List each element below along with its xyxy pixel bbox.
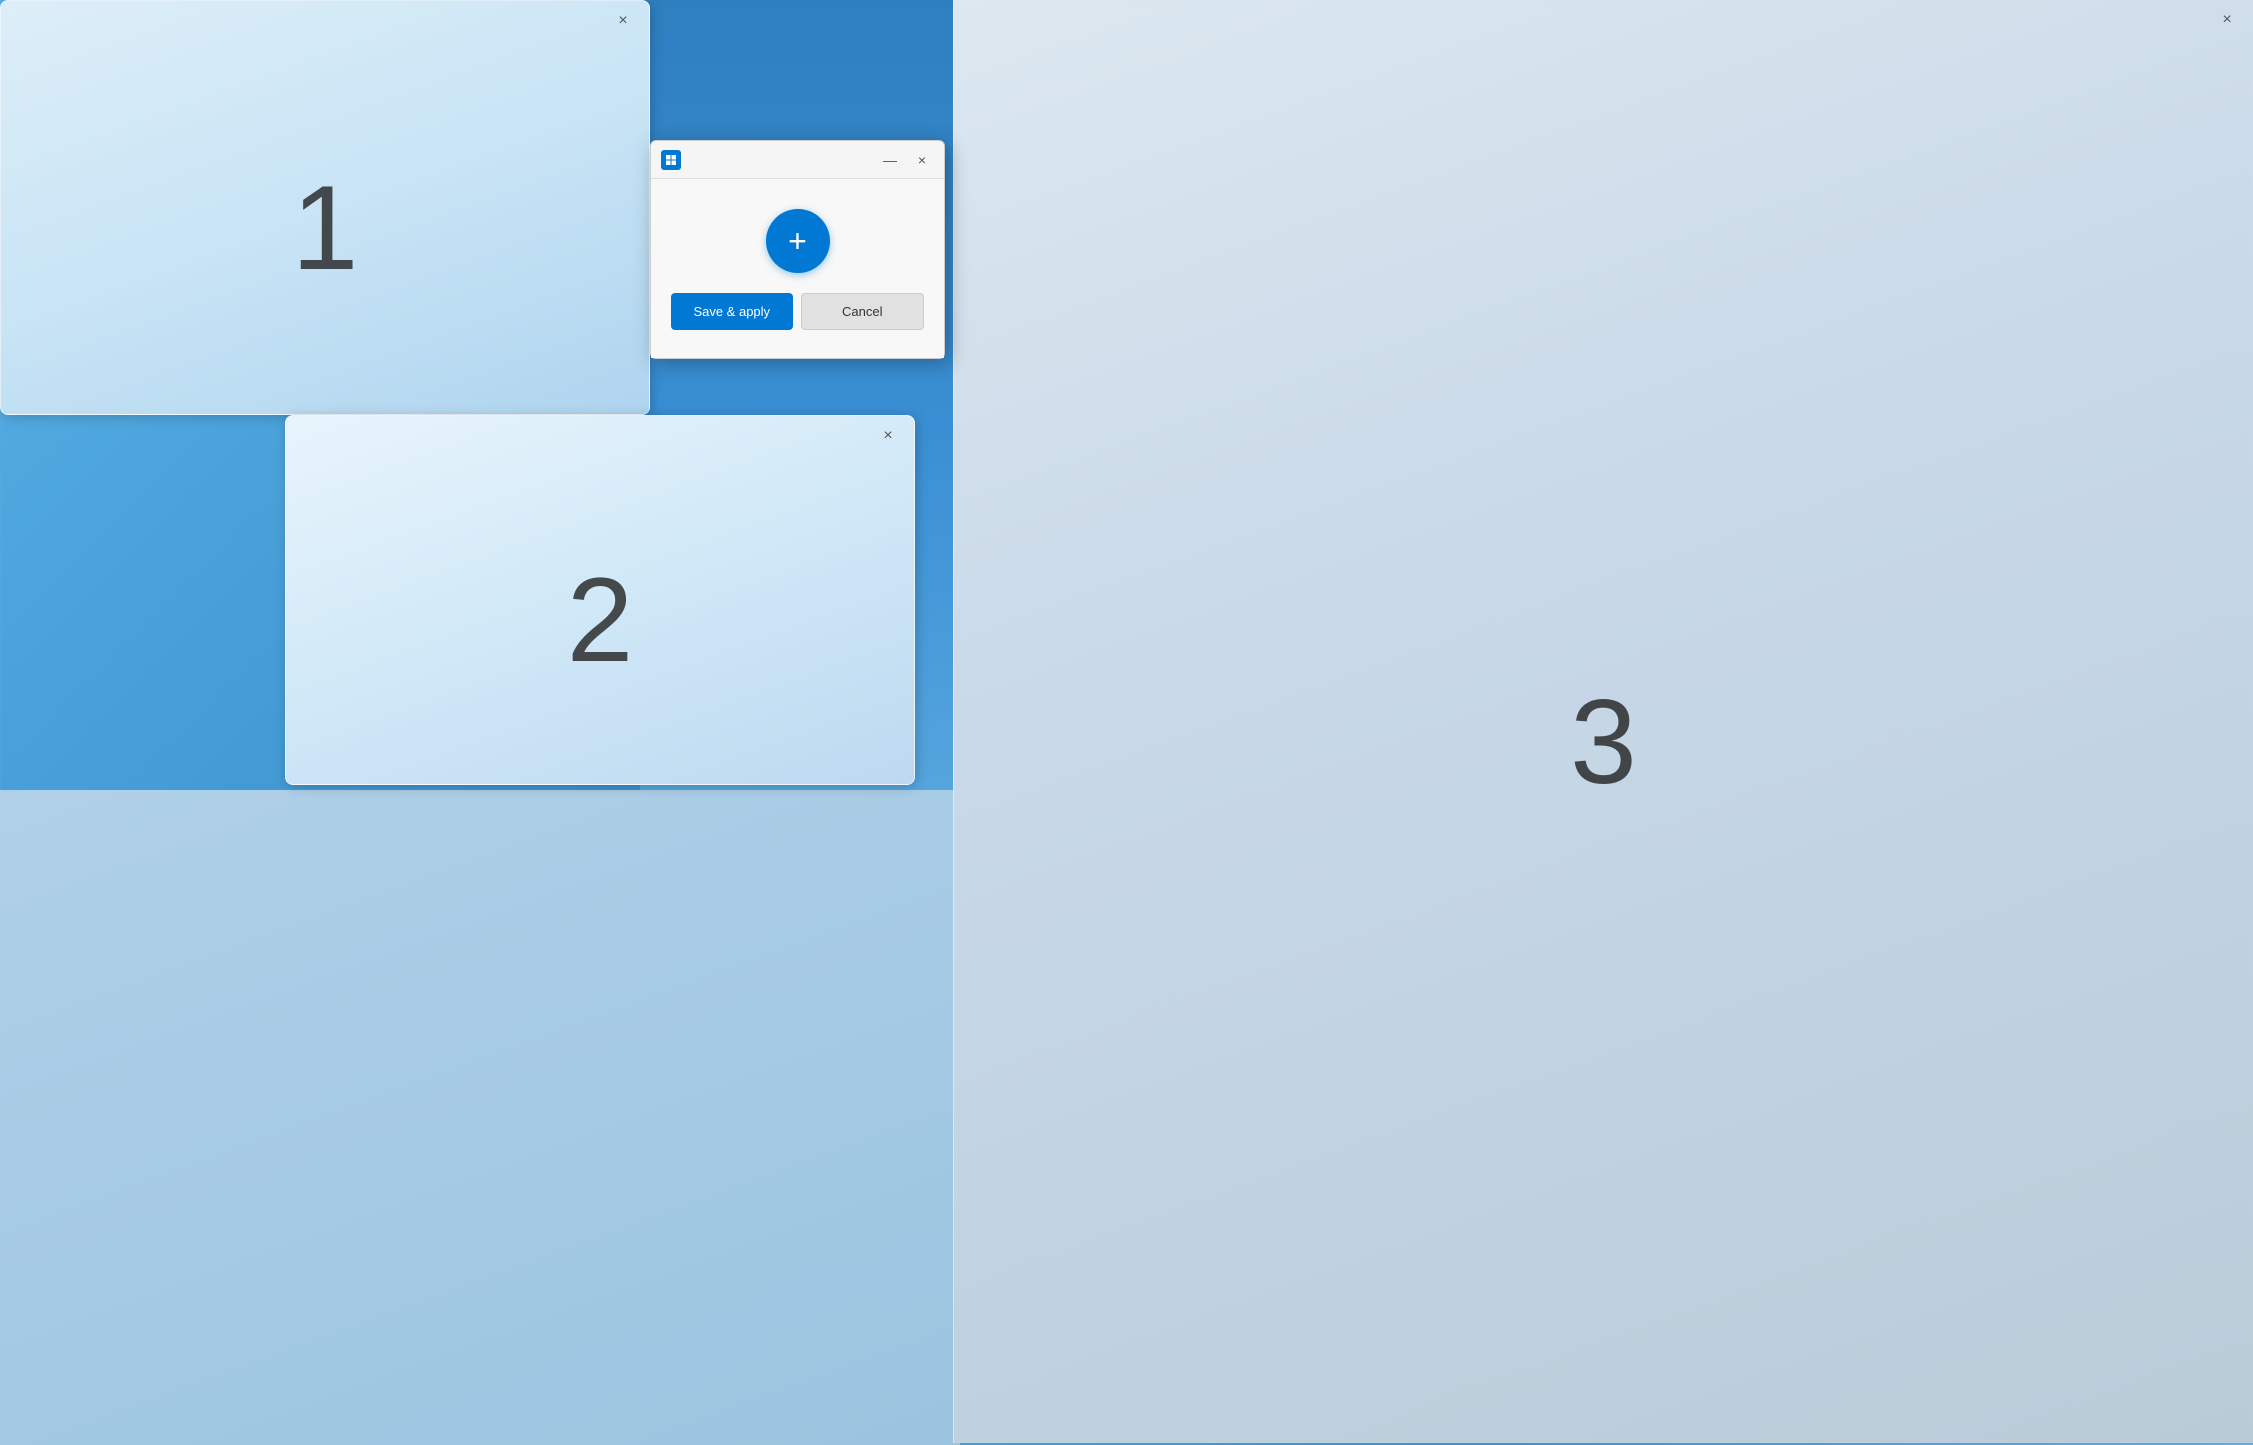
window-3: × 3 <box>953 0 2253 1443</box>
window-3-content: 3 <box>954 40 2253 1443</box>
cancel-button[interactable]: Cancel <box>801 293 925 330</box>
dialog-actions: Save & apply Cancel <box>671 293 924 338</box>
window-2: × 2 <box>285 415 915 785</box>
dialog-app-icon <box>661 150 681 170</box>
dialog-body: + Save & apply Cancel <box>651 179 944 358</box>
window-1-content: 1 <box>1 41 649 414</box>
window-1-number: 1 <box>292 159 359 297</box>
dialog-app-icon-svg <box>665 154 677 166</box>
dialog-close-button[interactable]: × <box>910 148 934 172</box>
dialog: — × + Save & apply Cancel <box>650 140 945 359</box>
window-1-titlebar: × <box>1 1 649 41</box>
add-button[interactable]: + <box>766 209 830 273</box>
dialog-minimize-button[interactable]: — <box>878 148 902 172</box>
save-apply-button[interactable]: Save & apply <box>671 293 793 330</box>
dialog-titlebar: — × <box>651 141 944 179</box>
plus-icon: + <box>788 225 807 257</box>
window-3-titlebar: × <box>954 0 2253 40</box>
window-1-close-button[interactable]: × <box>609 7 637 35</box>
window-3-close-button[interactable]: × <box>2213 6 2241 34</box>
window-1: × 1 <box>0 0 650 415</box>
window-2-close-button[interactable]: × <box>874 422 902 450</box>
window-2-titlebar: × <box>286 416 914 456</box>
light-bottom-panel <box>0 790 960 1445</box>
window-2-number: 2 <box>567 551 634 689</box>
window-2-content: 2 <box>286 456 914 784</box>
window-3-number: 3 <box>1570 673 1637 811</box>
